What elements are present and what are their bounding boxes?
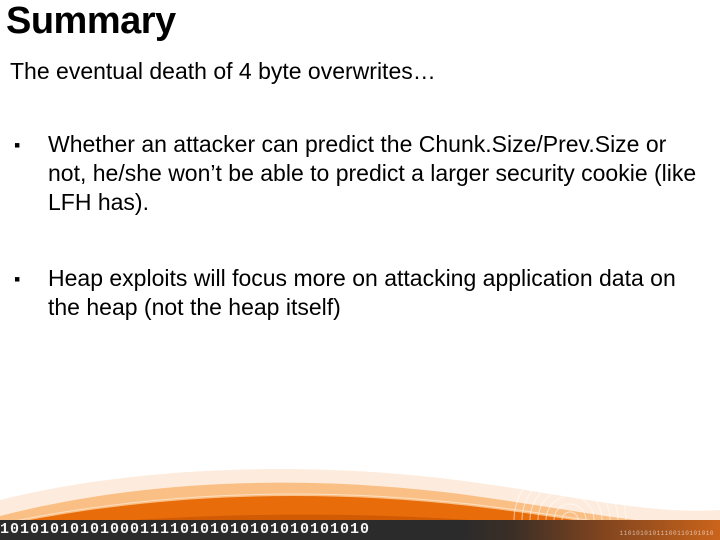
binary-strip: 1010101010100011110101010101010101010 — [0, 520, 720, 540]
binary-tiny: 11010101011100110101010 — [620, 530, 714, 537]
slide: Summary The eventual death of 4 byte ove… — [0, 0, 720, 540]
bullet-list: ▪ Whether an attacker can predict the Ch… — [14, 130, 710, 370]
bullet-icon: ▪ — [14, 264, 48, 293]
slide-subtitle: The eventual death of 4 byte overwrites… — [10, 58, 436, 85]
bullet-text: Whether an attacker can predict the Chun… — [48, 130, 710, 216]
bullet-icon: ▪ — [14, 130, 48, 159]
footer-graphic: 1010101010100011110101010101010101010 11… — [0, 430, 720, 540]
slide-title: Summary — [6, 0, 176, 43]
bullet-text: Heap exploits will focus more on attacki… — [48, 264, 710, 322]
list-item: ▪ Whether an attacker can predict the Ch… — [14, 130, 710, 216]
binary-text: 1010101010100011110101010101010101010 — [0, 521, 370, 538]
list-item: ▪ Heap exploits will focus more on attac… — [14, 264, 710, 322]
